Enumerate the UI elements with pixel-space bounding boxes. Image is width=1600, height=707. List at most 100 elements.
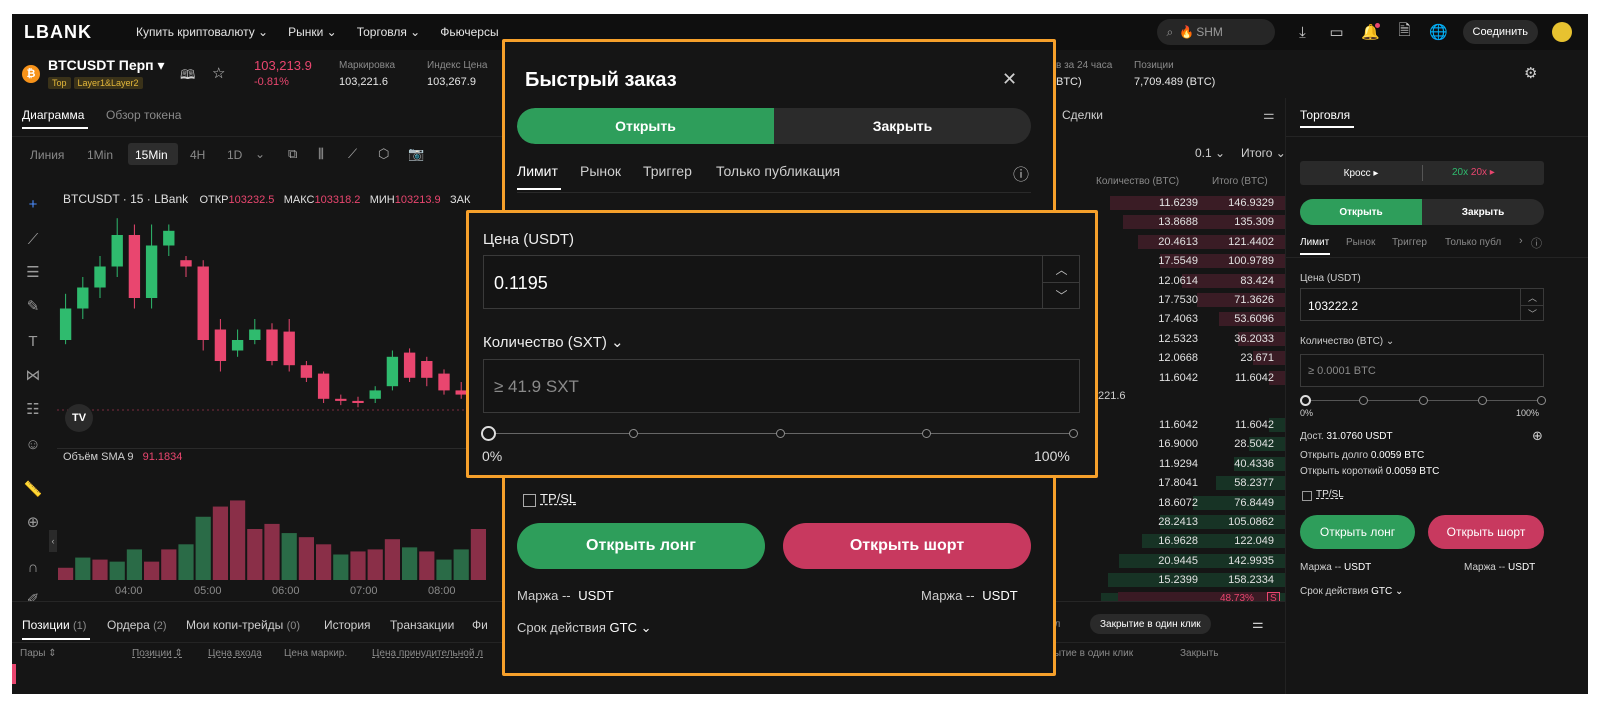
camera-icon[interactable]: 📷 [408,146,424,162]
modal-price-input[interactable]: 0.1195 ︿ ﹀ [483,255,1080,309]
candle-body[interactable] [214,329,227,362]
nav-markets[interactable]: Рынки ⌄ [288,25,337,39]
slider-tick[interactable] [629,429,638,438]
lbank-logo[interactable]: LBANK [24,22,114,43]
col-pairs[interactable]: Пары ⇕ [20,648,57,659]
hexagon-icon[interactable]: ⬡ [378,146,389,162]
candlestick-chart[interactable] [57,206,487,436]
candle-body[interactable] [59,308,72,341]
col-entry-price[interactable]: Цена входа [208,648,262,659]
book-icon[interactable]: 🕮 [180,66,195,88]
price-decrement-icon[interactable]: ﹀ [1520,305,1544,321]
price-increment-icon[interactable]: ︿ [1520,289,1544,306]
order-type-limit[interactable]: Лимит [1300,237,1329,248]
tab-history[interactable]: История [324,618,371,632]
connect-button[interactable]: Соединить [1462,20,1538,44]
modal-close-tab[interactable]: Закрыть [774,108,1031,144]
interval-1min[interactable]: 1Min [87,148,113,162]
help-icon[interactable]: ⓘ [1013,161,1029,185]
candle-body[interactable] [77,287,89,309]
tab-more[interactable]: Фи [472,618,488,632]
modal-qty-slider-handle[interactable] [481,426,496,441]
modal-open-long-button[interactable]: Открыть лонг [517,523,765,569]
interval-1d[interactable]: 1D [227,148,242,162]
candle-body[interactable] [111,235,123,267]
tab-trades[interactable]: Сделки [1062,108,1103,122]
candle-body[interactable] [335,398,347,401]
price-input[interactable]: 103222.2 ︿ ﹀ [1300,288,1544,321]
bell-icon[interactable]: 🔔 [1361,22,1381,42]
modal-open-short-button[interactable]: Открыть шорт [783,523,1031,569]
help-icon[interactable]: ⓘ [1531,235,1542,251]
bid-row[interactable]: 16.9628 122.049 [1048,534,1286,549]
close-icon[interactable]: ✕ [1002,69,1017,90]
qty-label[interactable]: Количество (BTC) ⌄ [1300,336,1394,347]
modal-tpsl-checkbox[interactable] [523,494,536,507]
candle-body[interactable] [300,365,313,378]
volume-chart[interactable] [57,470,487,580]
qty-slider-handle[interactable] [1300,395,1311,406]
modal-price-increment-icon[interactable]: ︿ [1042,256,1080,283]
search-input[interactable]: ⌕ 🔥 SHM [1156,19,1275,45]
close-all-button[interactable]: Закрытие в один клик [1090,614,1211,634]
tradingview-logo[interactable]: TV [65,404,93,432]
bid-row[interactable]: 20.9445 142.9935 [1048,553,1286,568]
indicators-icon[interactable]: ⧉ [288,146,297,162]
slider-tick[interactable] [1419,396,1428,405]
tab-token-overview[interactable]: Обзор токена [106,108,181,122]
avatar[interactable] [1552,22,1572,42]
crosshair-icon[interactable]: + [22,193,44,215]
text-icon[interactable]: T [22,330,44,352]
tpsl-checkbox[interactable] [1302,491,1312,501]
modal-qty-input[interactable]: ≥ 41.9 SXT [483,359,1080,413]
collapse-toolbar-handle[interactable]: ‹ [49,530,57,552]
candle-body[interactable] [352,400,364,403]
magnet-icon[interactable]: ∩ [22,556,44,578]
col-positions[interactable]: Позиции ⇕ [132,648,183,659]
open-long-button[interactable]: Открыть лонг [1300,515,1415,549]
emoji-icon[interactable]: ☺ [22,433,44,455]
order-type-trigger[interactable]: Триггер [1392,237,1427,248]
horizontal-lines-icon[interactable]: ☰ [22,261,44,283]
modal-open-tab[interactable]: Открыть [517,108,774,144]
interval-4h[interactable]: 4H [190,148,205,162]
chevron-right-icon[interactable]: › [1519,235,1523,247]
leverage-button[interactable]: 20x 20x ▸ [1452,167,1495,178]
open-tab-button[interactable]: Открыть [1300,199,1422,225]
orderbook-settings-icon[interactable]: ⚌ [1263,107,1275,123]
candles-icon[interactable]: ⫼ [318,146,324,162]
globe-icon[interactable]: 🌐 [1429,22,1449,42]
col-mark-price[interactable]: Цена маркир. [284,648,347,659]
bid-row[interactable]: 17.8041 58.2377 [1048,476,1286,491]
bid-row[interactable]: 15.2399 158.2334 [1048,573,1286,588]
modal-tab-post-only[interactable]: Только публикация [716,163,840,179]
star-icon[interactable]: ☆ [212,64,225,82]
candle-body[interactable] [266,329,278,362]
line-chart-icon[interactable]: ⟋ [348,146,357,162]
modal-tpsl-label[interactable]: TP/SL [540,491,576,506]
modal-expiry-select[interactable]: Срок действия GTC ⌄ [517,620,651,636]
tab-orders[interactable]: Ордера (2) [107,618,167,632]
pattern-icon[interactable]: ⋈ [22,364,44,386]
candle-body[interactable] [317,373,330,399]
slider-tick[interactable] [1069,429,1078,438]
filter-icon[interactable]: ⚌ [1252,616,1264,632]
slider-tick[interactable] [1478,396,1487,405]
candle-body[interactable] [403,352,416,378]
candle-body[interactable] [145,245,158,299]
precision-select[interactable]: 0.1 ⌄ [1195,146,1225,160]
candle-body[interactable] [249,329,261,341]
zoom-icon[interactable]: ⊕ [22,511,44,533]
settings-gear-icon[interactable]: ⚙ [1524,64,1537,82]
candle-body[interactable] [197,266,209,341]
slider-tick[interactable] [776,429,785,438]
candle-body[interactable] [128,235,141,298]
tag-layer[interactable]: Layer1&Layer2 [73,77,143,89]
modal-price-decrement-icon[interactable]: ﹀ [1042,282,1080,308]
candle-body[interactable] [369,390,381,399]
expiry-select[interactable]: Срок действия GTC ⌄ [1300,586,1403,597]
close-tab-button[interactable]: Закрыть [1422,199,1544,225]
order-type-market[interactable]: Рынок [1346,237,1375,248]
tab-positions[interactable]: Позиции (1) [22,618,86,632]
nav-buy-crypto[interactable]: Купить криптовалюту ⌄ [136,25,268,39]
